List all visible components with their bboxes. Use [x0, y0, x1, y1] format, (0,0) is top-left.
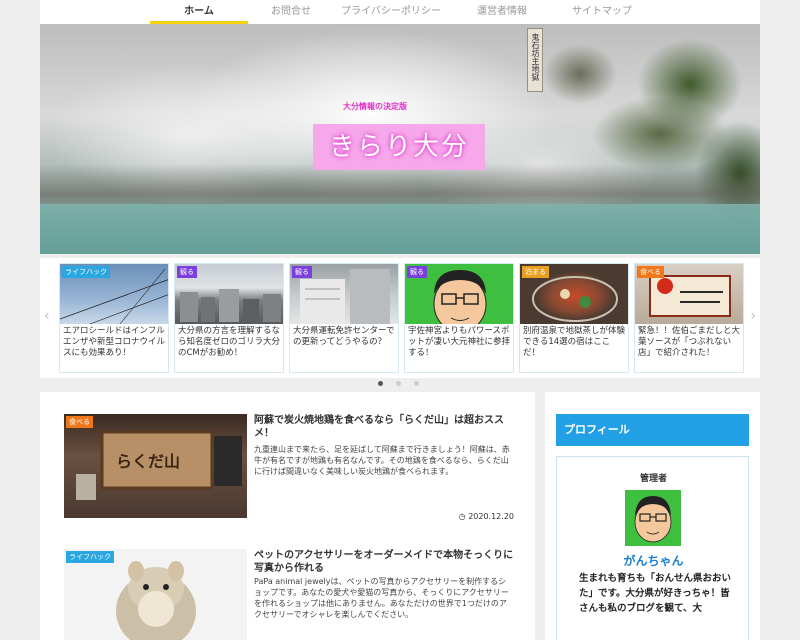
card-title: 別府温泉で地獄蒸しが体験できる14選の宿はここだ！ — [523, 326, 626, 358]
card-title: 緊急！！佐伯ごまだしと大葉ソースが「つぶれない店」で紹介された！ — [638, 326, 741, 358]
hero-hot-spring-water — [40, 204, 760, 254]
carousel-dot[interactable] — [414, 381, 419, 386]
carousel-card[interactable]: ライフハック エアロシールドはインフルエンザや新型コロナウイルスにも効果あり！ — [59, 263, 169, 373]
entry-date-value: 2020.12.20 — [468, 512, 514, 521]
entry-snippet: 九重連山まで来たら、足を延ばして阿蘇まで行きましょう！阿蘇は、赤牛が有名ですが地… — [254, 445, 510, 476]
entry-title[interactable]: ペットのアクセサリーをオーダーメイドで本物そっくりに写真から作れる — [254, 549, 514, 575]
main-content: 食べる らくだ山 阿蘇で炭火焼地鶏を食べるなら「らくだ山」は超おススメ！ 九重連… — [40, 392, 535, 640]
entry-thumbnail: ライフハック — [64, 549, 247, 640]
entry-snippet: PaPa animal jewelyは、ペットの写真からアクセサリーを制作するシ… — [254, 577, 509, 619]
entry-title[interactable]: 阿蘇で炭火焼地鶏を食べるなら「らくだ山」は超おススメ！ — [254, 414, 514, 440]
nav-operator-info[interactable]: 運営者情報 — [448, 0, 556, 24]
card-category-badge: 観る — [407, 266, 427, 278]
card-thumbnail: 泊まる — [520, 264, 628, 324]
carousel-dot[interactable] — [378, 381, 383, 386]
card-thumbnail: 観る — [290, 264, 398, 324]
carousel-card[interactable]: 観る 大分県運転免許センターでの更新ってどうやるの？ — [289, 263, 399, 373]
card-category-badge: ライフハック — [62, 266, 110, 278]
card-thumbnail: 観る — [175, 264, 283, 324]
carousel-pagination — [378, 381, 432, 386]
profile-name-link[interactable]: がんちゃん — [557, 552, 750, 569]
entry-date: ◷ 2020.12.20 — [459, 512, 514, 521]
sidebar: プロフィール 管理者 がんちゃん 生まれも育ちも「おんせん県おおいた」です。大分… — [545, 392, 760, 640]
nav-sitemap[interactable]: サイトマップ — [556, 0, 648, 24]
carousel-card[interactable]: 観る 大分県の方言を理解するなら知名度ゼロのゴリラ大分のCMがお勧め！ — [174, 263, 284, 373]
carousel-next-icon[interactable]: › — [750, 308, 756, 324]
site-tagline: 大分情報の決定版 — [343, 102, 407, 111]
card-category-badge: 観る — [292, 266, 312, 278]
carousel-card[interactable]: 食べる 緊急！！佐伯ごまだしと大葉ソースが「つぶれない店」で紹介された！ — [634, 263, 744, 373]
profile-bio: 生まれも育ちも「おんせん県おおいた」です。大分県が好きっちゃ！皆さんも私のブログ… — [579, 573, 732, 614]
carousel-card[interactable]: 泊まる 別府温泉で地獄蒸しが体験できる14選の宿はここだ！ — [519, 263, 629, 373]
entry-card[interactable]: ライフハック ペットのアクセサリーをオーダーメイドで本物そっくりに写真から作れる… — [64, 549, 514, 640]
card-title: 大分県運転免許センターでの更新ってどうやるの？ — [293, 326, 395, 347]
avatar — [625, 490, 681, 546]
entry-category-badge: ライフハック — [66, 551, 114, 563]
hero-banner: 鬼石坊主地獄 大分情報の決定版 きらり大分 — [40, 24, 760, 254]
card-category-badge: 泊まる — [522, 266, 549, 278]
profile-box: 管理者 がんちゃん 生まれも育ちも「おんせん県おおいた」です。大分県が好きっちゃ… — [556, 456, 749, 640]
card-thumbnail: 食べる — [635, 264, 743, 324]
nav-home[interactable]: ホーム — [150, 0, 248, 24]
card-category-badge: 食べる — [637, 266, 664, 278]
entry-card[interactable]: 食べる らくだ山 阿蘇で炭火焼地鶏を食べるなら「らくだ山」は超おススメ！ 九重連… — [64, 414, 514, 524]
card-title: 宇佐神宮よりもパワースポットが凄い大元神社に参拝する！ — [408, 326, 511, 358]
hero-sign-text: 鬼石坊主地獄 — [531, 33, 540, 81]
featured-carousel: ‹ ライフハック エアロシールドはインフルエンザや新型コロナウイルスにも効果あり… — [40, 258, 760, 378]
entry-category-badge: 食べる — [66, 416, 93, 428]
card-title: 大分県の方言を理解するなら知名度ゼロのゴリラ大分のCMがお勧め！ — [178, 326, 281, 358]
card-thumbnail: 観る — [405, 264, 513, 324]
carousel-prev-icon[interactable]: ‹ — [44, 308, 50, 324]
nav-contact[interactable]: お問合せ — [248, 0, 334, 24]
hero-sign: 鬼石坊主地獄 — [527, 28, 543, 92]
site-logo[interactable]: きらり大分 — [313, 124, 485, 170]
clock-icon: ◷ — [458, 512, 466, 521]
restaurant-sign-text: らくだ山 — [116, 452, 181, 471]
card-thumbnail: ライフハック — [60, 264, 168, 324]
nav-privacy-policy[interactable]: プライバシーポリシー — [334, 0, 448, 24]
entry-thumbnail: 食べる らくだ山 — [64, 414, 247, 518]
card-title: エアロシールドはインフルエンザや新型コロナウイルスにも効果あり！ — [63, 326, 166, 358]
card-category-badge: 観る — [177, 266, 197, 278]
top-nav: ホーム お問合せ プライバシーポリシー 運営者情報 サイトマップ — [40, 0, 760, 24]
carousel-dot[interactable] — [396, 381, 401, 386]
profile-heading: プロフィール — [556, 414, 749, 446]
admin-label: 管理者 — [639, 474, 667, 484]
carousel-card[interactable]: 観る 宇佐神宮よりもパワースポットが凄い大元神社に参拝する！ — [404, 263, 514, 373]
